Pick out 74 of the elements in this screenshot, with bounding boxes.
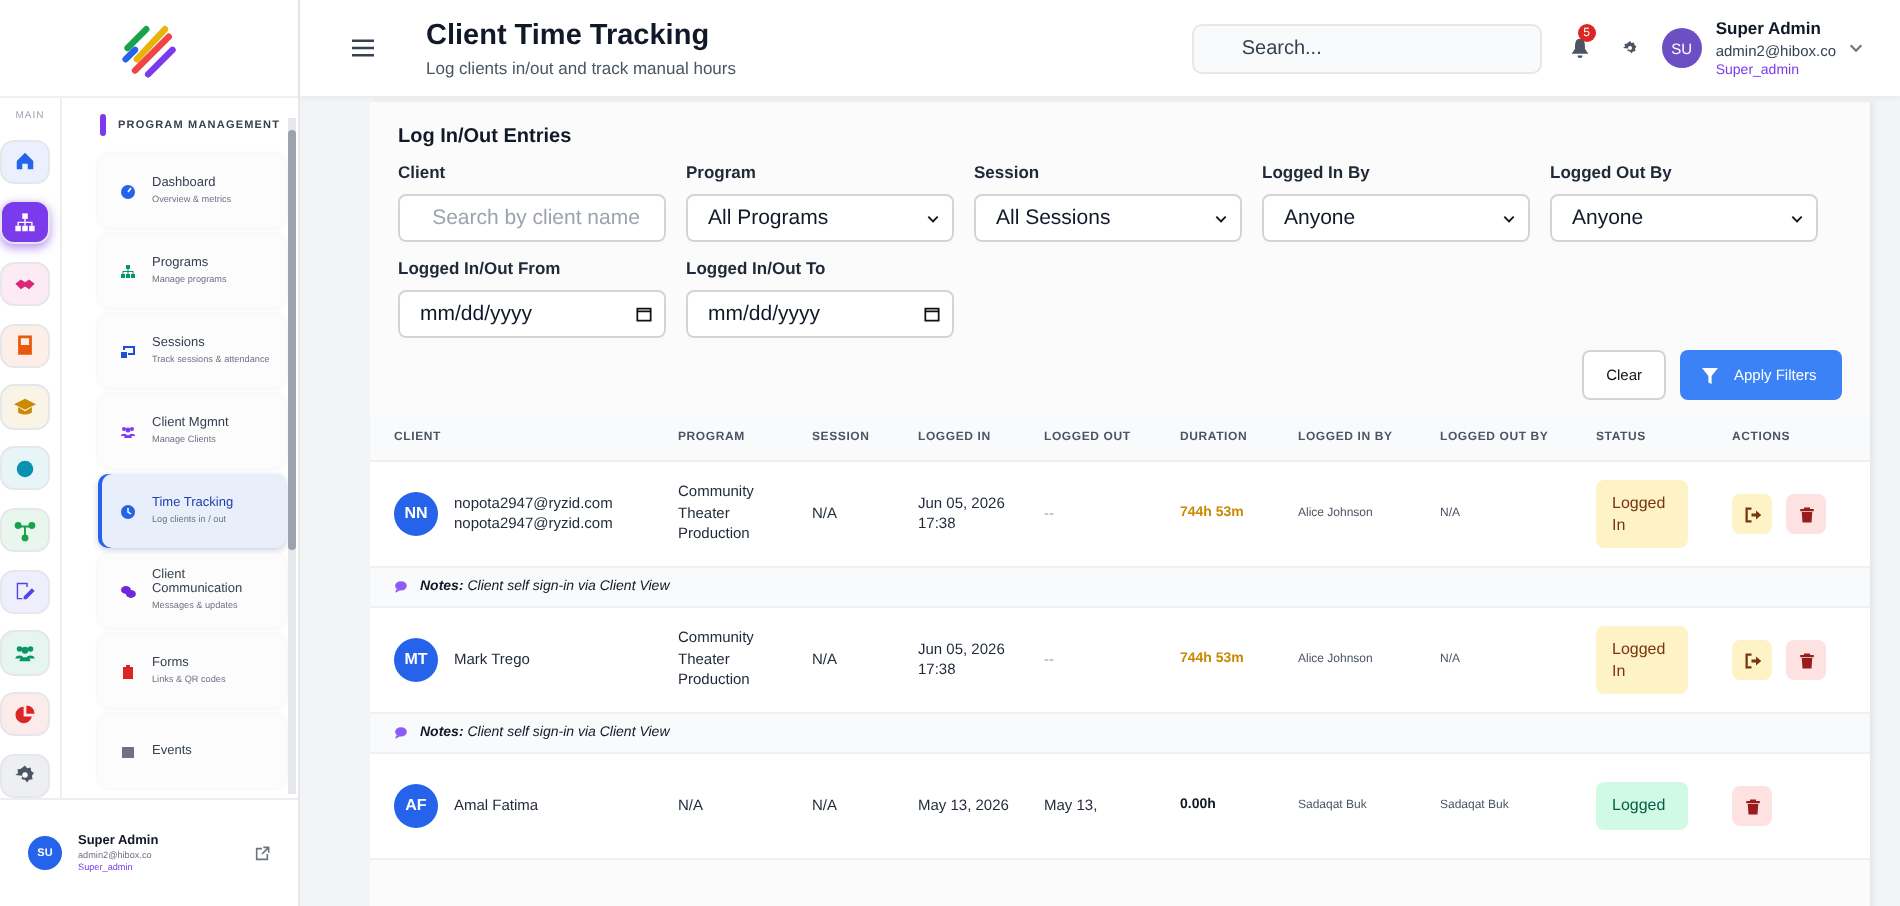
trash-icon <box>1797 505 1815 523</box>
client-avatar: MT <box>394 638 438 682</box>
chat-icon <box>394 580 408 594</box>
users-icon <box>13 641 35 664</box>
rail-nav-button[interactable] <box>0 630 49 676</box>
rail-nav-button[interactable] <box>0 692 49 737</box>
dropdown[interactable]: All Sessions <box>974 194 1242 242</box>
scrollbar[interactable] <box>288 118 296 794</box>
edit-icon <box>13 580 35 603</box>
rail-nav-button[interactable] <box>0 569 49 614</box>
bell-icon <box>1569 36 1590 60</box>
chevron-down-icon <box>1790 211 1804 225</box>
status-badge: Logged In <box>1596 625 1688 695</box>
pie-icon <box>13 703 35 726</box>
rail-nav-button[interactable] <box>0 323 49 368</box>
external-link-icon <box>254 845 270 861</box>
sitemap-icon <box>120 263 136 279</box>
home-icon <box>13 150 35 173</box>
chevron-down-icon <box>1502 211 1516 225</box>
dropdown[interactable]: All Programs <box>686 194 954 242</box>
chat-icon <box>394 726 408 740</box>
field-label: Logged In/Out To <box>686 258 828 278</box>
rail-nav-button[interactable] <box>0 753 49 798</box>
date-field[interactable]: mm/dd/yyyy <box>398 290 666 338</box>
book-icon <box>13 334 35 357</box>
rail-nav-button[interactable] <box>0 446 49 491</box>
page-title: Client Time Tracking <box>426 19 712 51</box>
rail-nav-button[interactable] <box>0 261 49 307</box>
trash-icon <box>1797 651 1815 669</box>
log-out-button[interactable] <box>1732 494 1772 534</box>
menu-icon <box>352 38 374 58</box>
date-field[interactable]: mm/dd/yyyy <box>686 290 954 338</box>
status-badge: Logged <box>1596 782 1688 830</box>
rail-nav-button[interactable] <box>0 200 49 245</box>
user-name: Super Admin <box>1715 18 1823 38</box>
trash-icon <box>1743 797 1761 815</box>
chevron-down-icon <box>926 211 940 225</box>
gauge-icon <box>120 183 136 199</box>
sign-out-icon <box>1743 651 1761 669</box>
section-title: Log In/Out Entries <box>398 126 574 148</box>
chevron-down-icon <box>1214 211 1228 225</box>
sitemap-icon <box>13 211 35 234</box>
log-out-button[interactable] <box>1732 640 1772 680</box>
field-label: Program <box>686 162 758 182</box>
chat-icon <box>120 583 136 599</box>
search-field[interactable]: Search... <box>1191 23 1542 73</box>
page-subtitle: Log clients in/out and track manual hours <box>426 57 738 77</box>
settings-icon <box>1621 40 1638 56</box>
cap-icon <box>13 396 35 419</box>
sign-out-icon <box>1743 505 1761 523</box>
delete-button[interactable] <box>1786 494 1826 534</box>
users-icon <box>120 423 136 439</box>
client-avatar: AF <box>394 784 438 828</box>
rail-nav-button[interactable] <box>0 139 49 184</box>
clock-icon <box>120 503 136 519</box>
gear-icon <box>13 764 35 787</box>
filter-icon <box>1702 367 1718 383</box>
screen-icon <box>120 343 136 359</box>
share-icon <box>13 519 35 542</box>
status-badge: Logged In <box>1596 479 1688 549</box>
field-label: Logged In By <box>1262 162 1372 182</box>
field-label: Logged In/Out From <box>398 258 563 278</box>
field-label: Session <box>974 162 1042 182</box>
circle-icon <box>13 457 35 480</box>
dropdown[interactable]: Anyone <box>1550 194 1818 242</box>
clipboard-icon <box>120 663 136 679</box>
delete-button[interactable] <box>1732 786 1772 826</box>
field-label: Client <box>398 162 448 182</box>
delete-button[interactable] <box>1786 640 1826 680</box>
chevron-down-icon <box>1848 40 1864 56</box>
client-avatar: NN <box>394 492 438 536</box>
rail-nav-button[interactable] <box>0 507 49 553</box>
dropdown[interactable]: Anyone <box>1262 194 1530 242</box>
field-label: Logged Out By <box>1550 162 1674 182</box>
